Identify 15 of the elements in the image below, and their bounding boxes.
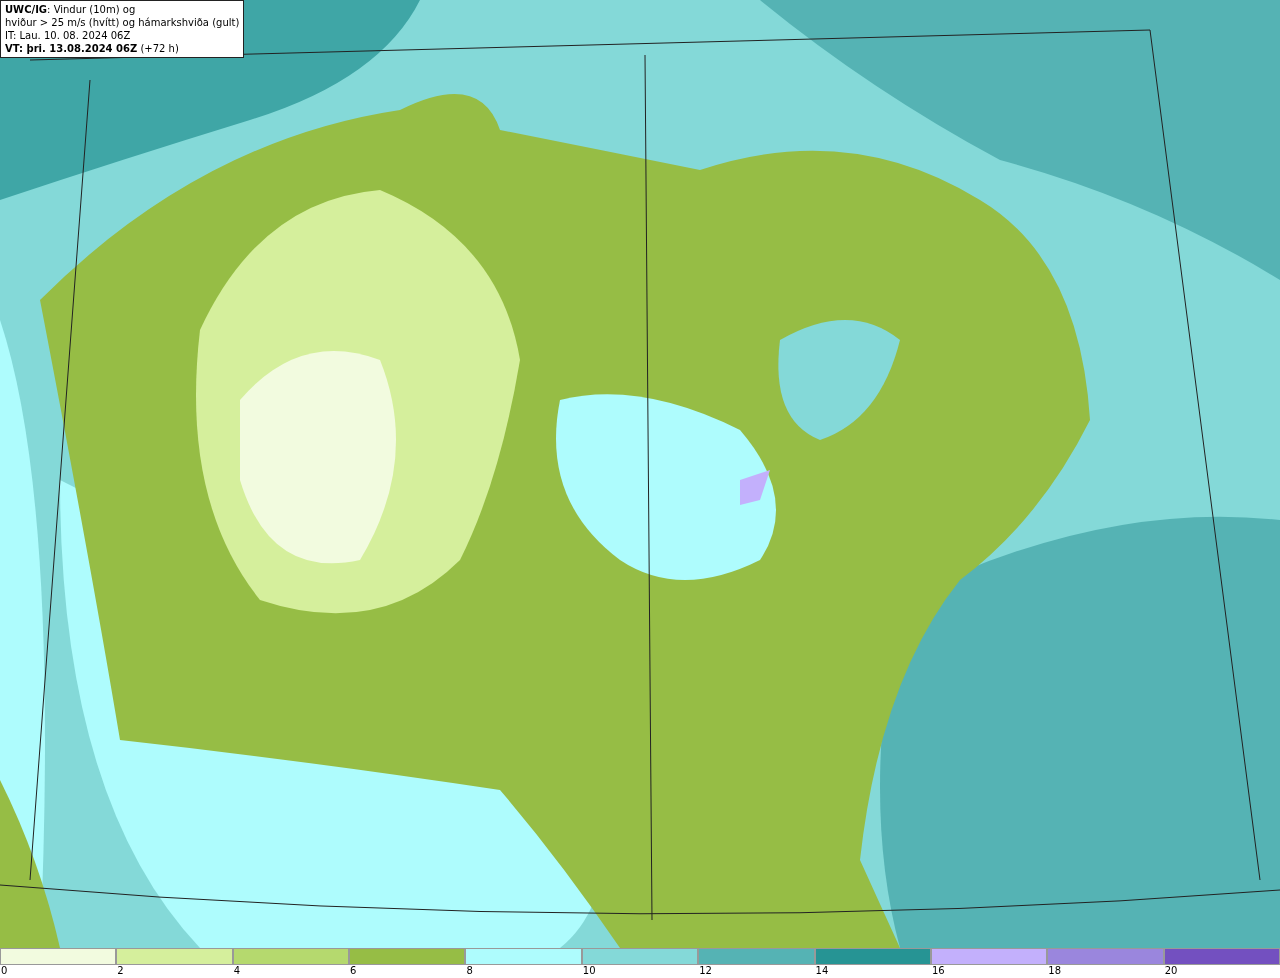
legend-label: 12 — [698, 965, 712, 977]
legend-label: 0 — [0, 965, 8, 977]
legend-label: 2 — [116, 965, 124, 977]
legend-label: 16 — [930, 965, 945, 977]
info-text: hviður > 25 m/s (hvítt) og hámarkshviða (gult) — [5, 16, 240, 29]
legend-label: 8 — [465, 965, 473, 977]
legend-label: 20 — [1163, 965, 1178, 977]
legend-label: 14 — [814, 965, 829, 977]
legend-label: 10 — [581, 965, 596, 977]
legend-label: 4 — [232, 965, 241, 977]
info-text: VT: þri. 13.08.2024 06Z (+72 h) — [5, 42, 180, 55]
legend-label: 6 — [349, 965, 357, 977]
info-text: IT: Lau. 10. 08. 2024 06Z — [5, 29, 132, 42]
info-text: UWC/IG: Vindur (10m) og — [5, 3, 137, 16]
legend-label: 18 — [1047, 965, 1061, 977]
